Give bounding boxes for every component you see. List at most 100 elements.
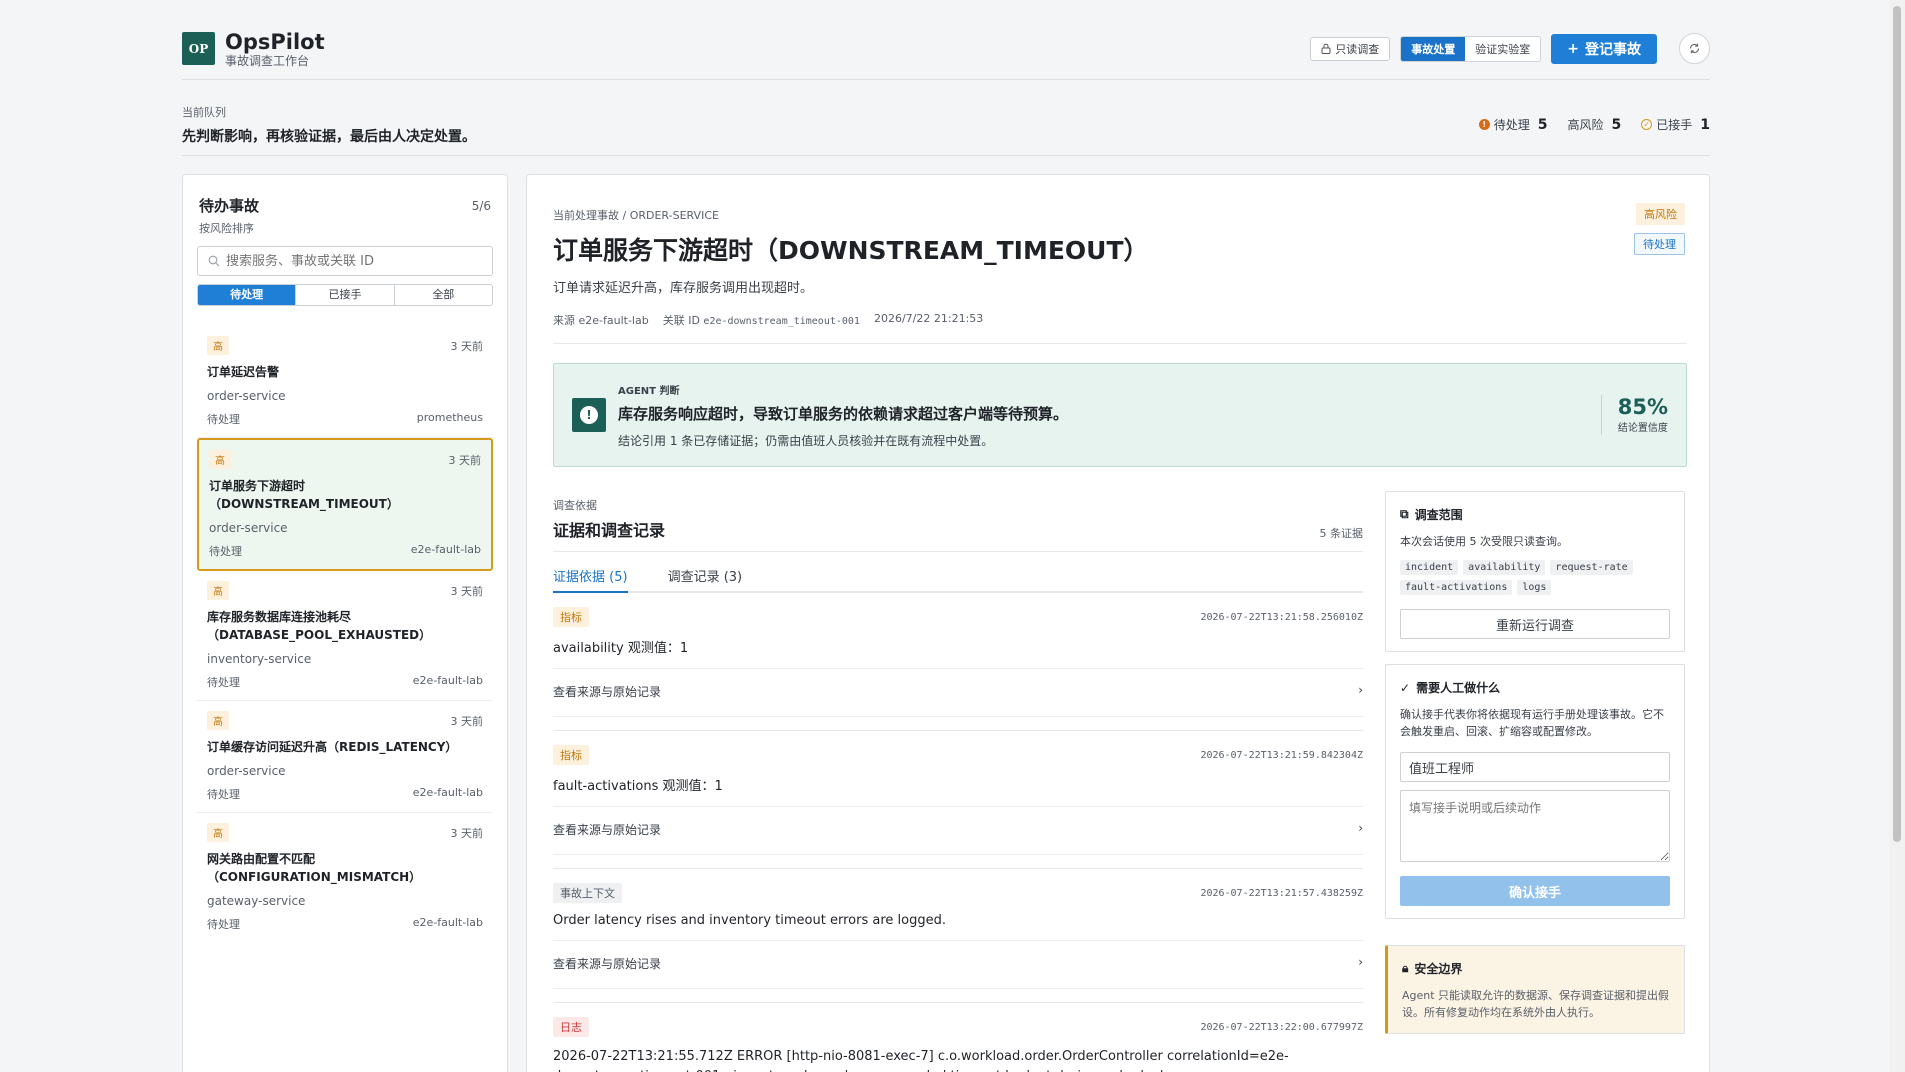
lock-icon: 🔒︎	[1402, 961, 1409, 975]
incident-detail-panel: 当前处理事故 / ORDER-SERVICE 订单服务下游超时（DOWNSTRE…	[526, 174, 1710, 1072]
evidence-tabs: 证据依据 (5) 调查记录 (3)	[553, 566, 1363, 593]
incident-timestamp: 2026/7/22 21:21:53	[873, 312, 984, 325]
incident-time: 3 天前	[450, 339, 484, 353]
incident-list-title: 待办事故	[199, 197, 260, 215]
stat-high-risk-value: 5	[1611, 116, 1622, 133]
stat-pending: ! 待处理 5	[1478, 116, 1548, 133]
evidence-label: 调查依据	[553, 499, 597, 512]
incident-list-panel: 待办事故 按风险排序 5/6 待处理 已接手 全部 高 3 天前 订单延迟告警 o…	[182, 174, 508, 1072]
tab-records[interactable]: 调查记录 (3)	[668, 566, 743, 591]
rerun-investigation-button[interactable]: 重新运行调查	[1400, 609, 1670, 639]
refresh-button[interactable]	[1679, 33, 1710, 64]
incident-time: 3 天前	[448, 453, 482, 467]
incident-time: 3 天前	[450, 826, 484, 840]
evidence-item: 指标 2026-07-22T13:21:59.842304Z fault-acti…	[553, 731, 1363, 855]
scrollbar-thumb[interactable]	[1893, 6, 1901, 842]
divider	[553, 343, 1687, 344]
evidence-log-line: 2026-07-22T13:21:55.712Z ERROR [http-nio…	[553, 1049, 1289, 1072]
evidence-timestamp: 2026-07-22T13:21:57.438259Z	[1200, 887, 1363, 899]
page-scrollbar[interactable]	[1889, 0, 1905, 1072]
human-action-title: 需要人工做什么	[1416, 681, 1501, 695]
status-tags: 高风险 待处理	[1634, 203, 1685, 255]
breadcrumb: 当前处理事故 / ORDER-SERVICE	[553, 209, 719, 222]
evidence-value: Order latency rises and inventory timeou…	[553, 913, 1363, 941]
readonly-button[interactable]: 只读调查	[1310, 36, 1391, 61]
mode-lab[interactable]: 验证实验室	[1465, 37, 1540, 61]
plus-icon: +	[1567, 40, 1579, 57]
app-name: OpsPilot	[225, 29, 325, 54]
correlation-id: 关联 ID e2e-downstream_timeout-001	[663, 312, 860, 328]
scope-tag: request-rate	[1550, 560, 1633, 575]
incident-service: gateway-service	[207, 894, 306, 908]
top-bar: OP OpsPilot 事故调查工作台 只读调查 事故处置 验证实验室 + 登记…	[182, 18, 1710, 80]
filter-taken[interactable]: 已接手	[296, 285, 395, 305]
view-source-label: 查看来源与原始记录	[553, 823, 662, 837]
queue-label: 当前队列	[182, 105, 226, 119]
evidence-value: fault-activations 观测值：1	[553, 775, 1363, 807]
severity-badge: 高	[209, 450, 231, 469]
queue-bar: 当前队列 先判断影响，再核验证据，最后由人决定处置。 ! 待处理 5 高风险 5…	[182, 94, 1710, 156]
safety-title: 安全边界	[1414, 962, 1463, 976]
incident-time: 3 天前	[450, 584, 484, 598]
evidence-item: 指标 2026-07-22T13:21:58.256010Z availabili…	[553, 593, 1363, 717]
divider	[553, 855, 1363, 869]
incident-source-meta: 来源 e2e-fault-lab	[553, 314, 649, 327]
scope-card: ⧉ 调查范围 本次会话使用 5 次受限只读查询。 incident availab…	[1385, 491, 1685, 652]
status-filter: 待处理 已接手 全部	[197, 284, 493, 306]
brand[interactable]: OP OpsPilot 事故调查工作台	[182, 30, 325, 68]
view-source-label: 查看来源与原始记录	[553, 957, 662, 971]
search-input[interactable]	[226, 253, 466, 269]
severity-badge: 高	[207, 336, 229, 355]
evidence-kind: 事故上下文	[553, 883, 622, 903]
mode-switch: 事故处置 验证实验室	[1400, 35, 1542, 62]
evidence-value: availability 观测值：1	[553, 637, 1363, 669]
risk-badge: 高风险	[1636, 203, 1685, 225]
safety-text: Agent 只能读取允许的数据源、保存调查证据和提出假设。所有修复动作均在系统外…	[1402, 989, 1670, 1019]
tab-evidence[interactable]: 证据依据 (5)	[553, 566, 628, 593]
filter-all[interactable]: 全部	[395, 285, 492, 305]
incident-item[interactable]: 高3 天前 网关路由配置不匹配（CONFIGURATION_MISMATCH） …	[197, 813, 493, 942]
evidence-kind: 指标	[553, 745, 589, 765]
evidence-kind: 日志	[553, 1017, 589, 1037]
incident-meta: 来源 e2e-fault-lab 关联 ID e2e-downstream_ti…	[553, 312, 1687, 328]
incident-item-selected[interactable]: 高 3 天前 订单服务下游超时（DOWNSTREAM_TIMEOUT） order…	[197, 438, 493, 571]
register-incident-label: 登记事故	[1585, 41, 1641, 58]
filter-pending[interactable]: 待处理	[198, 285, 297, 305]
evidence-timestamp: 2026-07-22T13:21:59.842304Z	[1200, 749, 1363, 761]
refresh-icon	[1689, 43, 1700, 54]
incident-status: 待处理	[207, 788, 240, 801]
incident-item[interactable]: 高 3 天前 订单延迟告警 order-service 待处理 prometheus	[197, 326, 493, 438]
stat-pending-value: 5	[1537, 116, 1548, 133]
view-source-link[interactable]: 查看来源与原始记录 ›	[553, 669, 1363, 716]
incident-item[interactable]: 高 3 天前 订单缓存访问延迟升高（REDIS_LATENCY） order-se…	[197, 701, 493, 813]
scope-tags: incident availability request-rate fault…	[1400, 560, 1670, 595]
confirm-takeover-button[interactable]: 确认接手	[1400, 876, 1670, 906]
incident-service: order-service	[207, 389, 286, 403]
stat-pending-label: 待处理	[1493, 118, 1530, 132]
assignee-field[interactable]	[1400, 752, 1670, 782]
divider	[553, 989, 1363, 1003]
register-incident-button[interactable]: + 登记事故	[1551, 33, 1657, 64]
scope-tag: fault-activations	[1400, 580, 1513, 595]
view-source-link[interactable]: 查看来源与原始记录 ›	[553, 807, 1363, 854]
scope-text: 本次会话使用 5 次受限只读查询。	[1400, 535, 1568, 548]
handoff-note-input[interactable]	[1400, 790, 1670, 862]
incident-title: 订单延迟告警	[207, 365, 280, 379]
incident-title: 订单服务下游超时（DOWNSTREAM_TIMEOUT）	[209, 479, 399, 511]
stat-taken: ✓ 已接手 1	[1641, 116, 1710, 133]
page-title: 订单服务下游超时（DOWNSTREAM_TIMEOUT）	[553, 236, 1149, 265]
severity-badge: 高	[207, 581, 229, 600]
view-source-link[interactable]: 查看来源与原始记录 ›	[553, 941, 1363, 988]
scope-icon: ⧉	[1400, 507, 1409, 521]
stat-high-risk: 高风险 5	[1567, 116, 1621, 133]
readonly-label: 只读调查	[1335, 42, 1380, 56]
incident-item[interactable]: 高 3 天前 库存服务数据库连接池耗尽（DATABASE_POOL_EXHAUST…	[197, 571, 493, 701]
alert-icon: !	[572, 398, 606, 432]
confidence-value: 85%	[1617, 395, 1668, 419]
incident-source: e2e-fault-lab	[410, 543, 481, 556]
incident-status: 待处理	[207, 413, 240, 426]
mode-incident[interactable]: 事故处置	[1401, 36, 1466, 61]
scope-title: 调查范围	[1414, 508, 1463, 522]
incident-status: 待处理	[209, 545, 242, 558]
chevron-right-icon: ›	[1358, 821, 1363, 835]
